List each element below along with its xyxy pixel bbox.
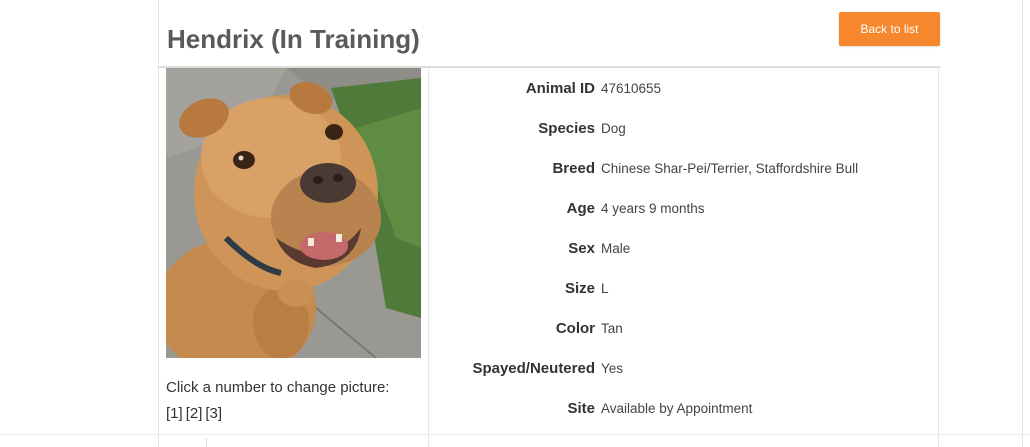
detail-row-animal-id: Animal ID 47610655 [429, 80, 939, 100]
detail-value: Dog [601, 121, 626, 136]
animal-detail-page: Hendrix (In Training) Back to list Click… [0, 0, 1030, 447]
detail-row-spayed-neutered: Spayed/Neutered Yes [429, 360, 939, 380]
detail-label: Species [538, 120, 595, 137]
detail-label: Animal ID [525, 80, 595, 97]
detail-label: Sex [568, 240, 595, 257]
detail-value: 47610655 [601, 81, 662, 96]
detail-value: Tan [601, 321, 623, 336]
footer-divider [0, 434, 1030, 435]
detail-label: Breed [552, 160, 595, 177]
detail-row-site: Site Available by Appointment [429, 400, 939, 420]
footer-tick [206, 438, 207, 447]
picture-link-1[interactable]: [1] [166, 405, 183, 422]
animal-photo [166, 68, 421, 358]
detail-row-size: Size L [429, 280, 939, 300]
back-to-list-button[interactable]: Back to list [839, 12, 940, 46]
detail-row-color: Color Tan [429, 320, 939, 340]
detail-label: Color [555, 320, 595, 337]
change-picture-caption: Click a number to change picture: [166, 379, 390, 396]
detail-label: Spayed/Neutered [472, 360, 595, 377]
detail-value: Chinese Shar-Pei/Terrier, Staffordshire … [601, 161, 859, 176]
right-page-border [1022, 0, 1023, 447]
detail-label: Site [567, 400, 595, 417]
detail-label: Size [564, 280, 595, 297]
detail-value: L [601, 281, 609, 296]
detail-row-sex: Sex Male [429, 240, 939, 260]
detail-value: Male [601, 241, 631, 256]
detail-row-age: Age 4 years 9 months [429, 200, 939, 220]
detail-value: 4 years 9 months [601, 201, 705, 216]
detail-row-breed: Breed Chinese Shar-Pei/Terrier, Stafford… [429, 160, 939, 180]
detail-value: Yes [601, 361, 624, 376]
detail-value: Available by Appointment [601, 401, 753, 416]
picture-link-2[interactable]: [2] [186, 405, 203, 422]
page-title: Hendrix (In Training) [167, 24, 420, 54]
detail-label: Age [566, 200, 595, 217]
picture-links: [1] [2] [3] [166, 405, 225, 422]
detail-row-species: Species Dog [429, 120, 939, 140]
picture-link-3[interactable]: [3] [205, 405, 222, 422]
